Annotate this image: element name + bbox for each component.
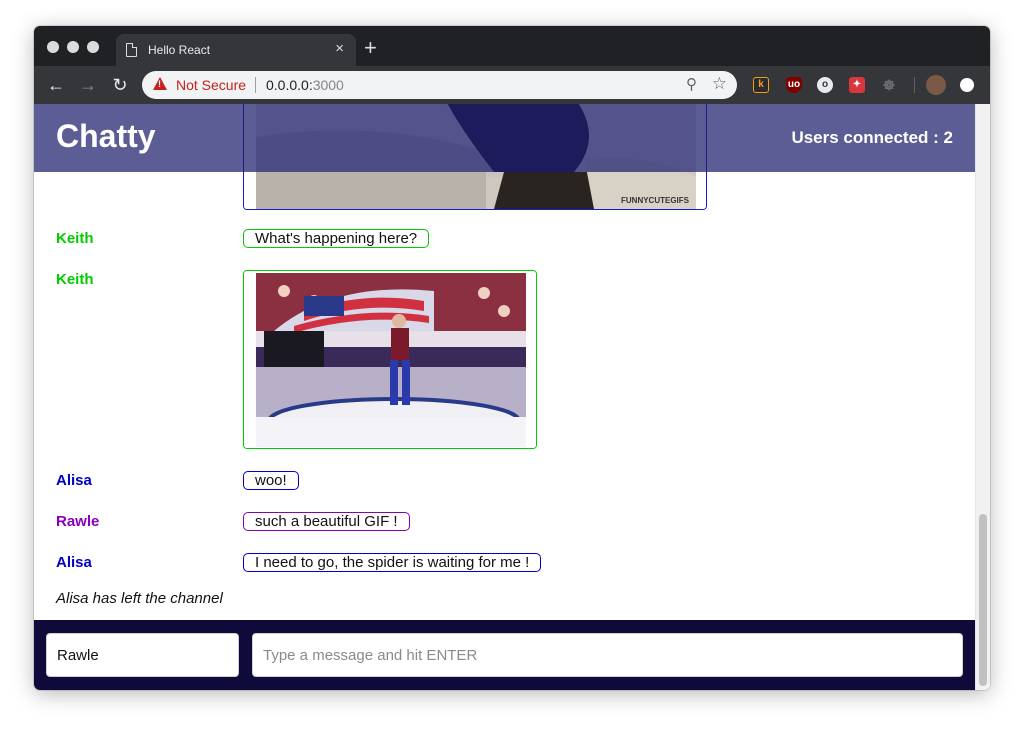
message-input[interactable] — [252, 633, 963, 677]
username-input[interactable] — [46, 633, 239, 677]
message-username: Rawle — [56, 513, 100, 530]
tab-hello-react[interactable]: Hello React × — [116, 34, 356, 66]
back-icon[interactable]: ← — [45, 74, 67, 96]
url-port: 3000 — [312, 77, 344, 93]
message-image — [243, 270, 537, 449]
opera-extension-icon[interactable]: o — [817, 77, 833, 93]
omnibox-divider — [255, 77, 256, 93]
message-bubble: woo! — [243, 471, 299, 490]
address-bar[interactable]: Not Secure 0.0.0.0:3000 ⚲ ☆ — [142, 71, 737, 99]
chat-bar — [34, 620, 975, 690]
tab-title: Hello React — [148, 43, 211, 57]
message-username: Alisa — [56, 472, 92, 489]
page-viewport: FUNNYCUTEGIFS Keith What's happening her… — [34, 104, 990, 690]
close-window-icon[interactable] — [47, 41, 59, 53]
message-bubble: I need to go, the spider is waiting for … — [243, 553, 542, 572]
system-notification: Alisa has left the channel — [56, 590, 223, 607]
ghost-extension-icon[interactable]: ☸ — [881, 77, 897, 93]
security-status[interactable]: Not Secure — [176, 77, 246, 93]
toolbar-divider — [914, 77, 915, 93]
document-icon — [126, 43, 137, 57]
reload-icon[interactable]: ↻ — [109, 74, 131, 96]
message-username: Alisa — [56, 554, 92, 571]
scrollbar-thumb[interactable] — [979, 514, 987, 686]
profile-avatar[interactable] — [926, 75, 946, 95]
forward-icon[interactable]: → — [77, 74, 99, 96]
keep-extension-icon[interactable]: k — [753, 77, 769, 93]
page-scrollbar[interactable] — [975, 104, 990, 690]
tab-close-icon[interactable]: × — [335, 40, 344, 57]
url-host: 0.0.0.0: — [266, 77, 313, 93]
ublock-extension-icon[interactable]: uo — [786, 77, 802, 93]
message-bubble: What's happening here? — [243, 229, 430, 248]
extension-icon[interactable]: ✦ — [849, 77, 865, 93]
url-text[interactable]: 0.0.0.0:3000 — [266, 77, 344, 93]
message-username: Keith — [56, 271, 94, 288]
message-bubble: such a beautiful GIF ! — [243, 512, 410, 531]
tab-strip: Hello React × + — [34, 26, 990, 66]
browser-toolbar: ← → ↻ Not Secure 0.0.0.0:3000 ⚲ ☆ k uo o… — [34, 66, 990, 104]
users-connected-count: Users connected : 2 — [791, 128, 953, 147]
message-username: Keith — [56, 230, 94, 247]
maximize-window-icon[interactable] — [87, 41, 99, 53]
zoom-icon[interactable]: ⚲ — [686, 75, 697, 93]
new-tab-icon[interactable]: + — [364, 37, 377, 59]
app-navbar: Chatty Users connected : 2 — [34, 104, 975, 172]
app-brand[interactable]: Chatty — [56, 118, 156, 155]
minimize-window-icon[interactable] — [67, 41, 79, 53]
warning-icon — [153, 77, 167, 90]
menu-dot-icon[interactable] — [960, 78, 974, 92]
browser-window: Hello React × + ← → ↻ Not Secure 0.0.0.0… — [34, 26, 990, 690]
gif-watermark: FUNNYCUTEGIFS — [621, 196, 690, 205]
gif-image — [244, 271, 536, 448]
star-icon[interactable]: ☆ — [712, 74, 727, 94]
